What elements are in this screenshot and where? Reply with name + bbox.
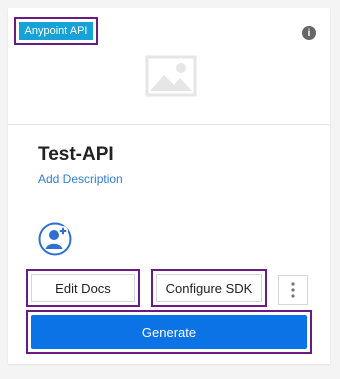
info-icon[interactable]: i (302, 26, 316, 40)
card-divider (8, 124, 330, 125)
badge-highlight: Anypoint API (14, 17, 98, 45)
configure-sdk-highlight: Configure SDK (151, 269, 267, 307)
generate-button[interactable]: Generate (31, 315, 307, 349)
edit-docs-button[interactable]: Edit Docs (31, 274, 135, 302)
generate-highlight: Generate (26, 310, 312, 354)
configure-sdk-button[interactable]: Configure SDK (156, 274, 262, 302)
image-placeholder-icon (145, 55, 197, 97)
api-type-badge: Anypoint API (19, 22, 93, 40)
more-options-button[interactable] (278, 275, 308, 305)
add-user-icon[interactable] (38, 222, 72, 256)
api-title: Test-API (38, 144, 114, 165)
api-card: Anypoint API i Test-API Add Description … (8, 8, 330, 364)
edit-docs-highlight: Edit Docs (26, 269, 140, 307)
vertical-ellipsis-icon (291, 282, 295, 298)
add-description-link[interactable]: Add Description (38, 172, 123, 186)
